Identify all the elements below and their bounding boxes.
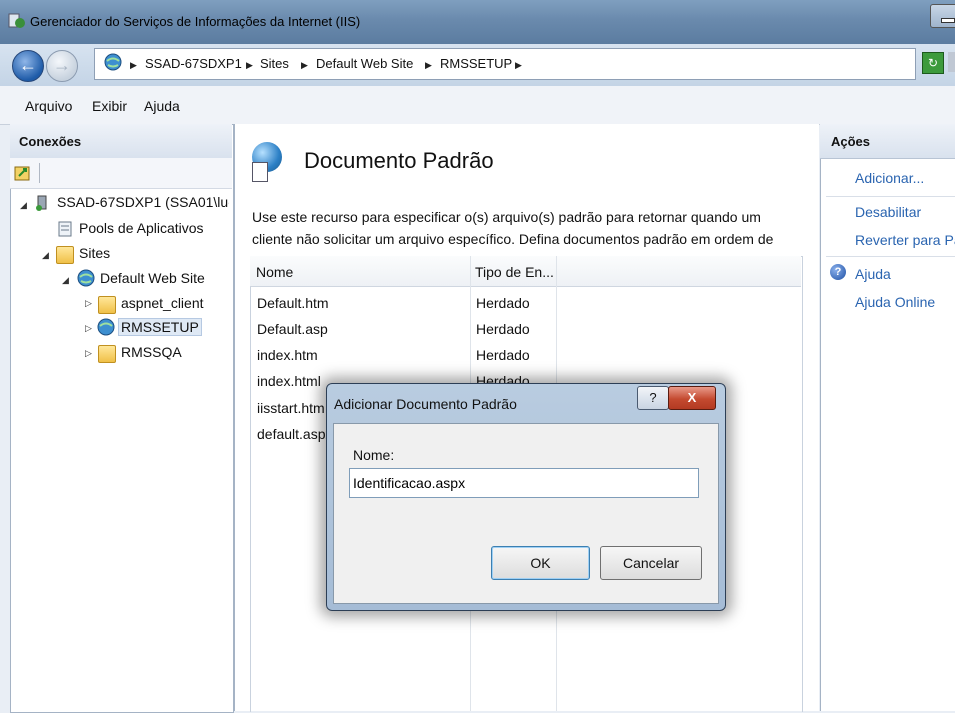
table-cell-name[interactable]: default.aspx [257,426,333,442]
table-cell-type: Herdado [476,321,530,337]
app-icon [8,12,26,30]
expand-arrow[interactable]: ▷ [85,348,92,359]
column-header-name[interactable]: Nome [256,264,293,280]
connections-panel [10,124,234,713]
page-title: Documento Padrão [304,148,494,173]
action-revert[interactable]: Reverter para Pai [855,232,955,248]
actions-divider [826,256,955,257]
globe-icon [77,269,95,287]
server-icon [34,195,50,211]
expand-arrow[interactable]: ▷ [85,298,92,309]
forward-arrow-icon: → [53,55,71,75]
forward-button[interactable]: → [46,50,78,82]
dialog-title: Adicionar Documento Padrão [334,396,517,412]
globe-icon [104,53,122,71]
breadcrumb-server[interactable]: SSAD-67SDXP1 [145,56,242,71]
tree-sites[interactable]: Sites [79,245,110,261]
table-cell-type: Herdado [476,347,530,363]
action-help[interactable]: Ajuda [855,266,891,282]
tree-default-web-site[interactable]: Default Web Site [100,270,205,286]
breadcrumb-sep: ▶ [425,60,432,70]
connections-toolbar [10,158,232,189]
tree-rmssqa[interactable]: RMSSQA [121,344,182,360]
dialog-close-button[interactable]: X [668,386,716,410]
back-button[interactable]: ← [12,50,44,82]
collapse-arrow[interactable]: ◢ [62,275,69,286]
minimize-button[interactable] [930,4,955,28]
table-header: Nome Tipo de En... [250,256,801,287]
connect-icon[interactable] [14,164,32,182]
window-title: Gerenciador do Serviços de Informações d… [30,14,361,29]
breadcrumb-rmssetup[interactable]: RMSSETUP [440,56,512,71]
breadcrumb-sep: ▶ [130,60,137,70]
connections-header: Conexões [10,124,232,159]
table-cell-name[interactable]: iisstart.htm [257,400,325,416]
action-disable[interactable]: Desabilitar [855,204,921,220]
cancel-button[interactable]: Cancelar [600,546,702,580]
name-label: Nome: [353,447,395,463]
table-cell-name[interactable]: Default.htm [257,295,329,311]
stop-button[interactable] [948,52,955,72]
ok-button[interactable]: OK [491,546,590,580]
collapse-arrow[interactable]: ◢ [42,250,49,261]
app-pool-icon [57,221,73,237]
breadcrumb-sep: ▶ [515,60,522,70]
breadcrumb-sites[interactable]: Sites [260,56,289,71]
title-bar: Gerenciador do Serviços de Informações d… [0,0,955,44]
back-arrow-icon: ← [19,55,37,75]
globe-icon [97,318,115,336]
folder-icon [98,345,116,363]
table-cell-name[interactable]: index.html [257,373,321,389]
column-header-type[interactable]: Tipo de En... [475,264,554,280]
table-cell-name[interactable]: index.htm [257,347,318,363]
name-input[interactable] [349,468,699,498]
collapse-arrow[interactable]: ◢ [20,200,27,211]
help-icon: ? [830,264,846,280]
expand-arrow[interactable]: ▷ [85,323,92,334]
breadcrumb-sep: ▶ [246,60,253,70]
breadcrumb-sep: ▶ [301,60,308,70]
tree-rmssetup[interactable]: RMSSETUP [118,318,202,336]
sites-folder-icon [56,246,74,264]
table-cell-name[interactable]: Default.asp [257,321,328,337]
folder-icon [98,296,116,314]
tree-app-pools[interactable]: Pools de Aplicativos [79,220,204,236]
menu-bar: Arquivo Exibir Ajuda [0,86,955,125]
dialog-help-button[interactable]: ? [637,386,669,410]
document-icon [252,162,268,182]
table-cell-type: Herdado [476,295,530,311]
refresh-icon[interactable]: ↻ [922,52,944,74]
tree-aspnet-client[interactable]: aspnet_client [121,295,204,311]
menu-ajuda[interactable]: Ajuda [144,98,180,114]
actions-divider [826,196,955,197]
menu-arquivo[interactable]: Arquivo [25,98,72,114]
breadcrumb-default-site[interactable]: Default Web Site [316,56,413,71]
toolbar-divider [39,163,40,183]
menu-exibir[interactable]: Exibir [92,98,127,114]
actions-header: Ações [820,124,955,159]
action-add[interactable]: Adicionar... [855,170,924,186]
tree-server[interactable]: SSAD-67SDXP1 (SSA01\lucio.c [57,194,229,210]
action-help-online[interactable]: Ajuda Online [855,294,935,310]
address-bar[interactable]: ▶ SSAD-67SDXP1 ▶ Sites ▶ Default Web Sit… [94,48,916,80]
